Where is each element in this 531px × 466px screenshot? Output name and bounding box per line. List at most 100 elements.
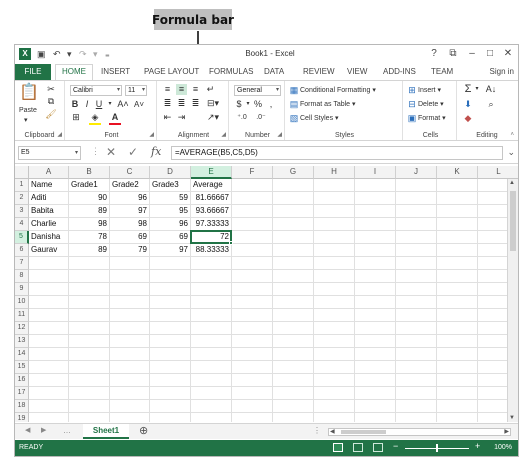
autosum-button[interactable]: Σ (462, 84, 474, 95)
sheet-tab-sheet1[interactable]: Sheet1 (83, 424, 129, 439)
page-layout-view-icon[interactable] (353, 443, 363, 452)
cell-b1[interactable]: Grade1 (69, 179, 110, 192)
comma-button[interactable]: , (266, 99, 276, 110)
format-button[interactable]: Format ▾ (418, 113, 446, 124)
underline-dropdown-icon[interactable]: ▾ (106, 99, 114, 110)
cell-j1[interactable] (396, 179, 437, 192)
shrink-font-icon[interactable]: A˅ (133, 99, 145, 110)
cell-i18[interactable] (355, 400, 396, 413)
align-left-icon[interactable]: ≣ (162, 98, 173, 109)
cell-a5[interactable]: Danisha (29, 231, 69, 244)
cell-a7[interactable] (29, 257, 69, 270)
cell-c3[interactable]: 97 (110, 205, 150, 218)
number-launcher-icon[interactable]: ◢ (277, 131, 282, 138)
autosum-dropdown-icon[interactable]: ▾ (474, 84, 480, 95)
scroll-down-icon[interactable]: ▼ (509, 415, 515, 421)
row-header-14[interactable]: 14 (15, 348, 29, 361)
undo-icon[interactable]: ↶ (53, 48, 61, 60)
font-name-select[interactable]: Calibri ▾ (70, 85, 122, 96)
sign-in-link[interactable]: Sign in (490, 64, 514, 80)
tab-formulas[interactable]: FORMULAS (209, 64, 253, 80)
row-header-7[interactable]: 7 (15, 257, 29, 270)
cell-e18[interactable] (191, 400, 232, 413)
cell-a4[interactable]: Charlie (29, 218, 69, 231)
cell-c7[interactable] (110, 257, 150, 270)
tab-review[interactable]: REVIEW (303, 64, 335, 80)
cell-f13[interactable] (232, 335, 273, 348)
sheets-more-icon[interactable]: … (63, 426, 71, 435)
cell-k11[interactable] (437, 309, 478, 322)
underline-button[interactable]: U (94, 99, 104, 110)
select-all-button[interactable] (15, 166, 29, 179)
paste-button[interactable]: Paste (19, 105, 37, 116)
cell-d13[interactable] (150, 335, 191, 348)
row-header-3[interactable]: 3 (15, 205, 29, 218)
formula-input[interactable]: =AVERAGE(B5,C5,D5) (171, 146, 503, 160)
grow-font-icon[interactable]: A˄ (117, 99, 129, 110)
cell-b5[interactable]: 78 (69, 231, 110, 244)
cell-a14[interactable] (29, 348, 69, 361)
help-button[interactable]: ? (426, 47, 442, 61)
cell-g4[interactable] (273, 218, 314, 231)
cell-c10[interactable] (110, 296, 150, 309)
new-sheet-icon[interactable]: ⊕ (139, 424, 148, 437)
cell-h14[interactable] (314, 348, 355, 361)
cell-k5[interactable] (437, 231, 478, 244)
cell-g3[interactable] (273, 205, 314, 218)
cell-i17[interactable] (355, 387, 396, 400)
redo-dropdown-icon[interactable]: ▾ (93, 48, 98, 60)
row-header-10[interactable]: 10 (15, 296, 29, 309)
cell-d4[interactable]: 96 (150, 218, 191, 231)
row-header-5[interactable]: 5 (15, 231, 29, 244)
cell-k19[interactable] (437, 413, 478, 422)
cell-g8[interactable] (273, 270, 314, 283)
row-header-12[interactable]: 12 (15, 322, 29, 335)
column-header-a[interactable]: A (29, 166, 69, 179)
expand-formula-bar-icon[interactable]: ⌄ (507, 147, 515, 158)
horizontal-scroll-thumb[interactable] (341, 430, 386, 434)
cell-j13[interactable] (396, 335, 437, 348)
collapse-ribbon-icon[interactable]: ˄ (510, 132, 514, 138)
cell-a6[interactable]: Gaurav (29, 244, 69, 257)
cell-e9[interactable] (191, 283, 232, 296)
cell-h16[interactable] (314, 374, 355, 387)
cell-d17[interactable] (150, 387, 191, 400)
cell-i13[interactable] (355, 335, 396, 348)
cell-e14[interactable] (191, 348, 232, 361)
cell-e12[interactable] (191, 322, 232, 335)
cell-j19[interactable] (396, 413, 437, 422)
cell-g10[interactable] (273, 296, 314, 309)
cell-i14[interactable] (355, 348, 396, 361)
cell-f2[interactable] (232, 192, 273, 205)
cell-e15[interactable] (191, 361, 232, 374)
cell-j9[interactable] (396, 283, 437, 296)
cell-h6[interactable] (314, 244, 355, 257)
cell-e3[interactable]: 93.66667 (191, 205, 232, 218)
row-header-19[interactable]: 19 (15, 413, 29, 422)
cell-e19[interactable] (191, 413, 232, 422)
cell-a15[interactable] (29, 361, 69, 374)
cell-c17[interactable] (110, 387, 150, 400)
cell-j12[interactable] (396, 322, 437, 335)
cell-b6[interactable]: 89 (69, 244, 110, 257)
cell-d1[interactable]: Grade3 (150, 179, 191, 192)
vertical-scroll-thumb[interactable] (510, 191, 516, 251)
prev-sheet-icon[interactable]: ◀ (25, 426, 30, 434)
cell-k4[interactable] (437, 218, 478, 231)
row-header-8[interactable]: 8 (15, 270, 29, 283)
increase-decimal-icon[interactable]: ⁺.0 (234, 112, 250, 123)
cell-a9[interactable] (29, 283, 69, 296)
cell-i8[interactable] (355, 270, 396, 283)
cell-f1[interactable] (232, 179, 273, 192)
copy-icon[interactable]: ⧉ (45, 96, 57, 107)
currency-button[interactable]: $ (234, 99, 244, 110)
scroll-left-icon[interactable]: ◀ (330, 428, 335, 435)
alignment-launcher-icon[interactable]: ◢ (221, 131, 226, 138)
row-header-15[interactable]: 15 (15, 361, 29, 374)
cell-g9[interactable] (273, 283, 314, 296)
cell-d10[interactable] (150, 296, 191, 309)
cell-e6[interactable]: 88.33333 (191, 244, 232, 257)
tab-team[interactable]: TEAM (431, 64, 453, 80)
find-select-icon[interactable]: ⌕ (485, 99, 497, 110)
cell-f3[interactable] (232, 205, 273, 218)
